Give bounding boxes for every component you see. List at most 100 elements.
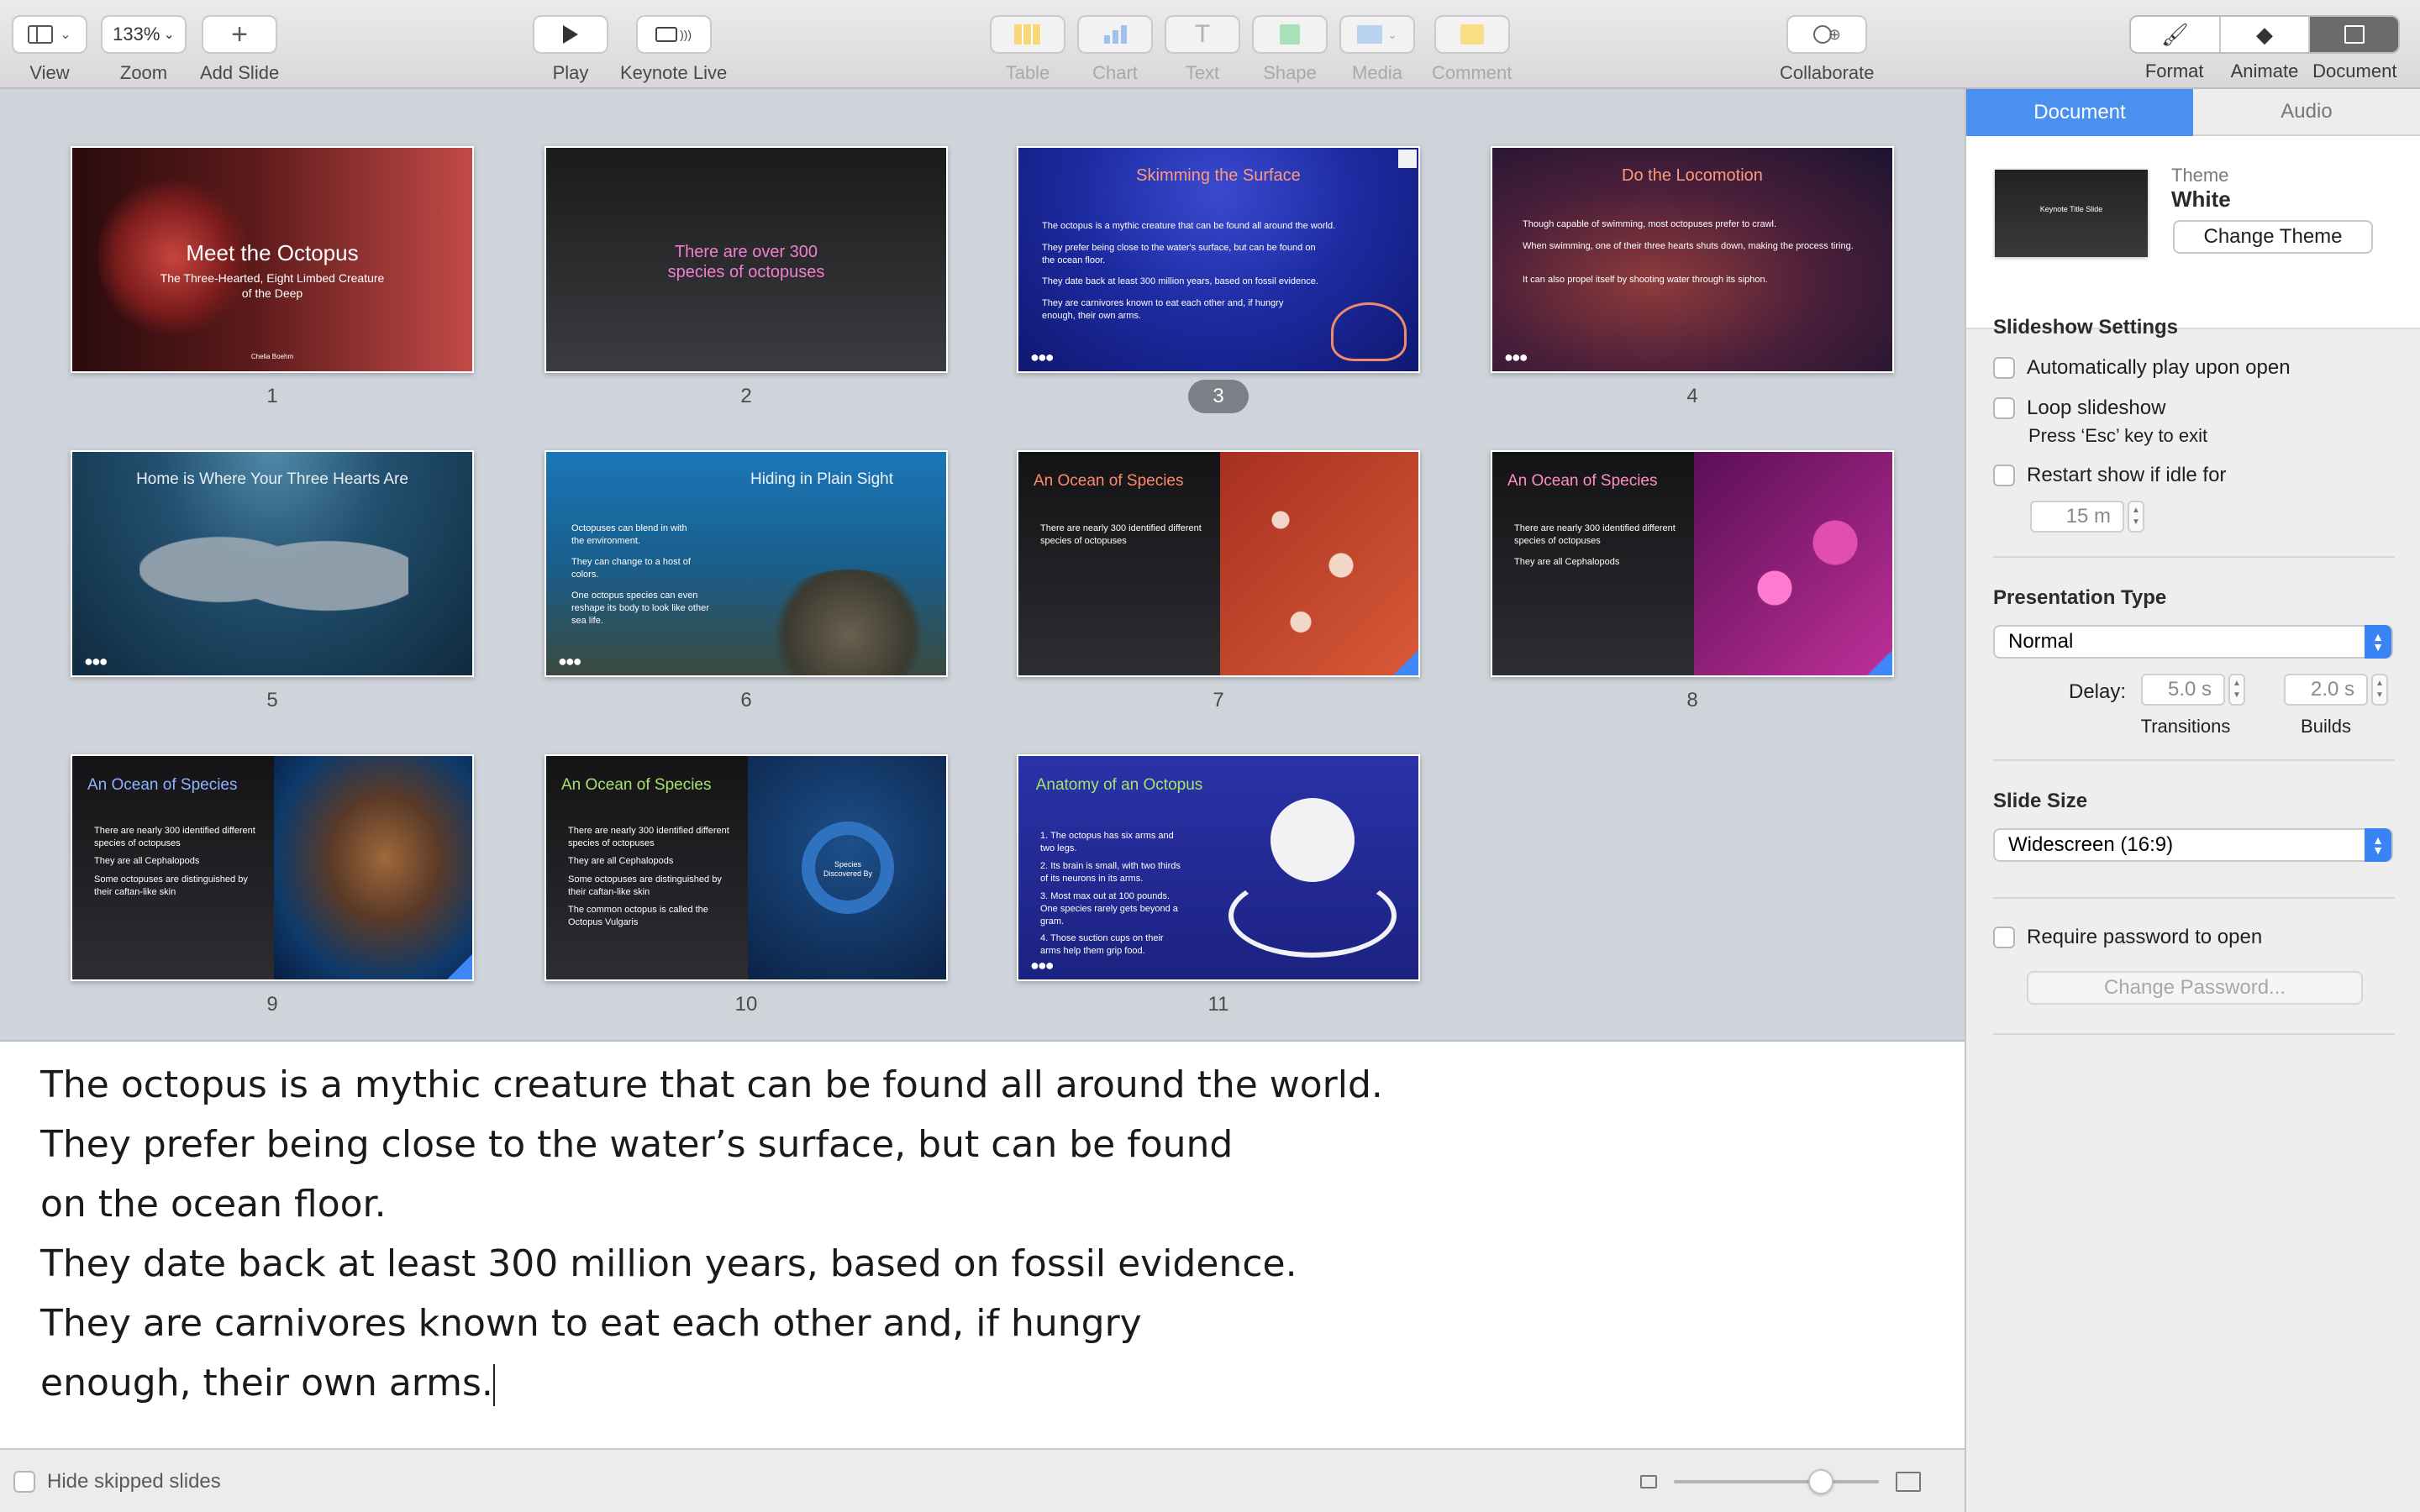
- chart-control[interactable]: Chart: [1077, 15, 1153, 84]
- view-button[interactable]: ⌄: [12, 15, 87, 54]
- slide-thumbnail-11[interactable]: Anatomy of an Octopus 1. The octopus has…: [1017, 754, 1420, 981]
- builds-delay-field[interactable]: 2.0 s: [2284, 674, 2368, 706]
- slide-bullet: Some octopuses are distinguished by thei…: [568, 874, 722, 897]
- view-control[interactable]: ⌄ View: [12, 15, 87, 84]
- hide-skipped-label: Hide skipped slides: [47, 1470, 221, 1493]
- comment-control[interactable]: Comment: [1432, 15, 1512, 84]
- hide-skipped-checkbox[interactable]: [13, 1471, 35, 1493]
- slide-thumbnail-6[interactable]: Hiding in Plain Sight Octopuses can blen…: [544, 450, 948, 677]
- animate-button[interactable]: ◆: [2221, 17, 2311, 52]
- collaborate-button[interactable]: ⊕: [1786, 15, 1868, 54]
- notes-last-line[interactable]: enough, their own arms.: [40, 1353, 1965, 1413]
- hide-skipped-control[interactable]: Hide skipped slides: [13, 1470, 221, 1494]
- slide-number: 1: [266, 385, 278, 407]
- require-password-checkbox[interactable]: [1993, 927, 2015, 948]
- transitions-delay-stepper[interactable]: ▲ ▼: [2228, 674, 2245, 706]
- slide-thumbnail-2[interactable]: There are over 300 species of octopuses: [544, 146, 948, 373]
- idle-time-field[interactable]: 15 m: [2030, 501, 2124, 533]
- view-label: View: [29, 62, 70, 83]
- media-control[interactable]: ⌄ Media: [1339, 15, 1415, 84]
- slide-number: 3: [1188, 380, 1249, 413]
- require-password-option[interactable]: Require password to open: [1993, 926, 2262, 949]
- large-slide-icon: [1896, 1472, 1921, 1492]
- idle-time-stepper[interactable]: ▲ ▼: [2128, 501, 2144, 533]
- media-label: Media: [1352, 62, 1402, 83]
- restart-idle-checkbox[interactable]: [1993, 465, 2015, 486]
- keynote-live-button[interactable]: ))): [635, 15, 712, 54]
- slide-bullet: It can also propel itself by shooting wa…: [1523, 275, 1768, 285]
- zoom-control[interactable]: 133% ⌄ Zoom: [101, 15, 187, 84]
- notes-line[interactable]: They are carnivores known to eat each ot…: [40, 1294, 1965, 1353]
- table-button[interactable]: [990, 15, 1065, 54]
- slide-title: An Ocean of Species: [1507, 472, 1658, 490]
- paintbrush-icon: 🖌: [2160, 21, 2189, 47]
- play-control[interactable]: Play: [533, 15, 608, 84]
- table-control[interactable]: Table: [990, 15, 1065, 84]
- slide-number: 11: [1207, 993, 1229, 1016]
- slide-thumbnail-4[interactable]: Do the Locomotion Though capable of swim…: [1491, 146, 1894, 373]
- inspector-tabs: Document Audio: [1966, 89, 2420, 136]
- slide-thumbnail-8[interactable]: An Ocean of Species There are nearly 300…: [1491, 450, 1894, 677]
- octopus-suckers-image: [1220, 452, 1418, 675]
- transitions-delay-field[interactable]: 5.0 s: [2141, 674, 2225, 706]
- plus-icon: +: [231, 18, 249, 50]
- inspector-segmented-control[interactable]: 🖌 ◆: [2129, 15, 2400, 54]
- presenter-notes[interactable]: The octopus is a mythic creature that ca…: [0, 1040, 1965, 1448]
- text-control[interactable]: T Text: [1165, 15, 1240, 84]
- auto-play-checkbox[interactable]: [1993, 357, 2015, 379]
- loop-slideshow-option[interactable]: Loop slideshow: [1993, 396, 2165, 420]
- loop-slideshow-label: Loop slideshow: [2027, 396, 2166, 419]
- auto-play-option[interactable]: Automatically play upon open: [1993, 356, 2291, 380]
- chart-button[interactable]: [1077, 15, 1153, 54]
- loop-slideshow-checkbox[interactable]: [1993, 397, 2015, 419]
- format-button[interactable]: 🖌: [2131, 17, 2221, 52]
- shape-button[interactable]: [1252, 15, 1328, 54]
- slide-number: 6: [740, 689, 752, 711]
- slide-bullet: Though capable of swimming, most octopus…: [1523, 219, 1777, 229]
- shape-control[interactable]: Shape: [1252, 15, 1328, 84]
- more-icon: ●●●: [1030, 349, 1055, 365]
- comment-marker-icon[interactable]: [1398, 150, 1417, 168]
- builds-delay-stepper[interactable]: ▲ ▼: [2371, 674, 2388, 706]
- media-button[interactable]: ⌄: [1339, 15, 1415, 54]
- slide-title: Hiding in Plain Sight: [750, 470, 894, 488]
- thumbnail-size-slider[interactable]: [1674, 1469, 1879, 1494]
- tab-audio[interactable]: Audio: [2193, 89, 2420, 136]
- notes-line[interactable]: enough, their own arms.: [40, 1362, 493, 1404]
- table-icon: [1014, 24, 1041, 45]
- world-map-image: [139, 519, 408, 645]
- slide-bullet: Some octopuses are distinguished by thei…: [94, 874, 248, 897]
- theme-thumbnail-title: Keynote Title Slide: [2039, 205, 2103, 213]
- slide-thumbnail-5[interactable]: Home is Where Your Three Hearts Are ●●●: [71, 450, 474, 677]
- slide-thumbnail-1[interactable]: Meet the Octopus The Three-Hearted, Eigh…: [71, 146, 474, 373]
- slide-bullet: The common octopus is called the Octopus…: [568, 905, 708, 927]
- tab-document[interactable]: Document: [1966, 89, 2193, 136]
- change-theme-button[interactable]: Change Theme: [2173, 220, 2373, 254]
- zoom-popup[interactable]: 133% ⌄: [101, 15, 187, 54]
- notes-line[interactable]: They date back at least 300 million year…: [40, 1234, 1965, 1294]
- notes-line[interactable]: The octopus is a mythic creature that ca…: [40, 1055, 1965, 1115]
- play-button[interactable]: [533, 15, 608, 54]
- slide-size-value: Widescreen (16:9): [2008, 833, 2174, 856]
- notes-line[interactable]: on the ocean floor.: [40, 1174, 1965, 1234]
- change-password-button[interactable]: Change Password...: [2027, 971, 2363, 1005]
- document-button[interactable]: [2310, 17, 2398, 52]
- presentation-type-popup[interactable]: Normal ▲ ▼: [1993, 625, 2393, 659]
- slide-thumbnail-3[interactable]: Skimming the Surface The octopus is a my…: [1017, 146, 1420, 373]
- comment-button[interactable]: [1434, 15, 1510, 54]
- text-icon: T: [1194, 20, 1211, 48]
- slide-thumbnail-10[interactable]: An Ocean of Species There are nearly 300…: [544, 754, 948, 981]
- add-slide-control[interactable]: + Add Slide: [200, 15, 279, 84]
- slide-size-popup[interactable]: Widescreen (16:9) ▲ ▼: [1993, 828, 2393, 862]
- zoom-value: 133%: [113, 24, 160, 45]
- keynote-live-control[interactable]: ))) Keynote Live: [620, 15, 727, 84]
- notes-line[interactable]: They prefer being close to the water’s s…: [40, 1115, 1965, 1174]
- slide-thumbnail-7[interactable]: An Ocean of Species There are nearly 300…: [1017, 450, 1420, 677]
- add-slide-button[interactable]: +: [202, 15, 278, 54]
- text-button[interactable]: T: [1165, 15, 1240, 54]
- restart-idle-option[interactable]: Restart show if idle for: [1993, 464, 2226, 487]
- theme-thumbnail[interactable]: Keynote Title Slide: [1995, 170, 2148, 257]
- slider-knob[interactable]: [1808, 1469, 1833, 1494]
- collaborate-control[interactable]: ⊕ Collaborate: [1780, 15, 1875, 84]
- slide-thumbnail-9[interactable]: An Ocean of Species There are nearly 300…: [71, 754, 474, 981]
